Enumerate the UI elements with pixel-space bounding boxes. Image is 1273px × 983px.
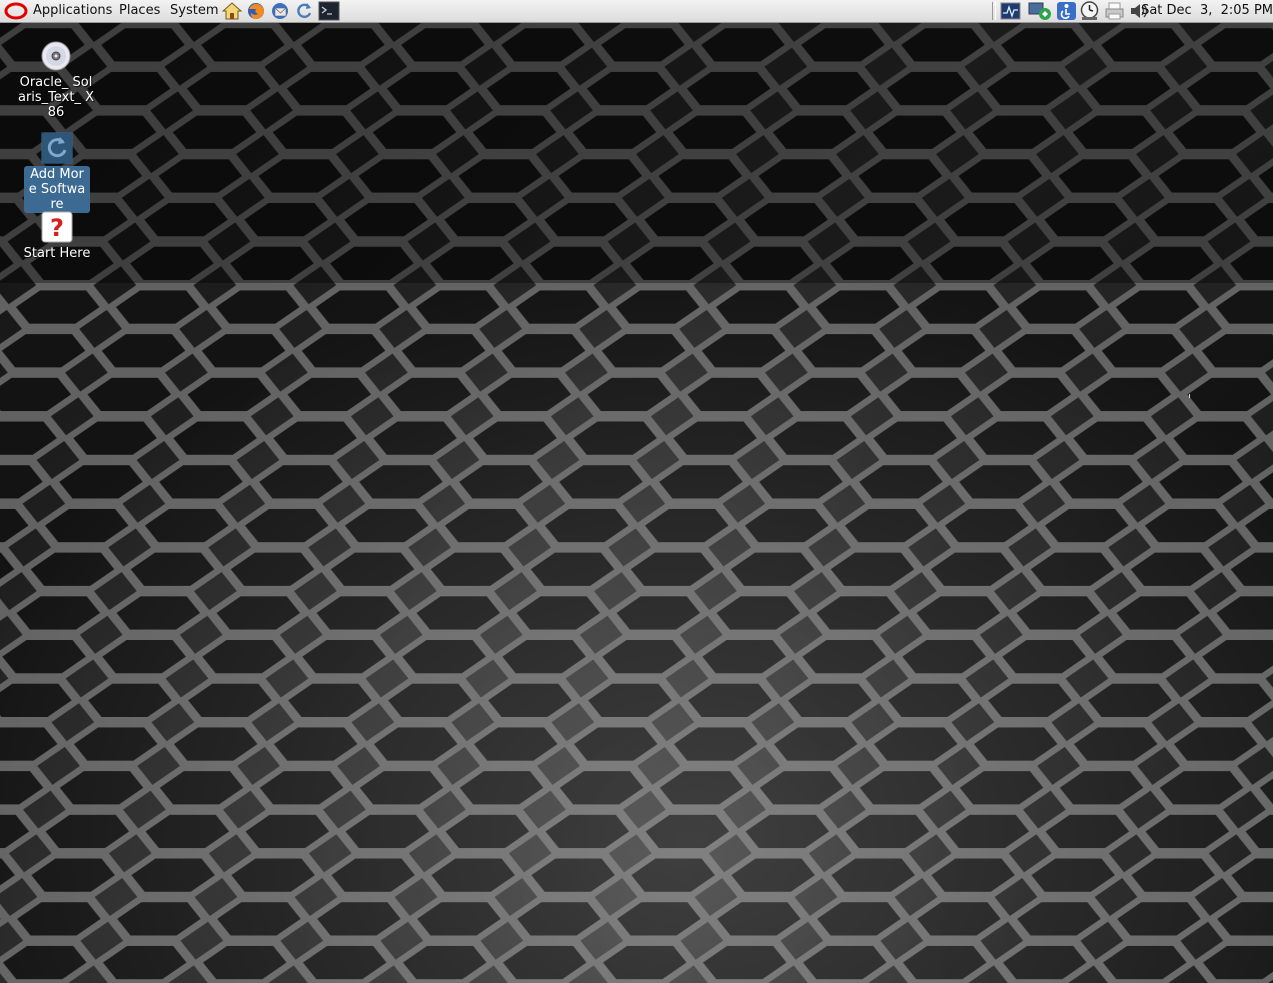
desktop-icon-add-more-software[interactable]: Add More Software (11, 132, 103, 213)
wallpaper (0, 23, 1273, 983)
system-monitor-icon[interactable] (1000, 1, 1021, 21)
applications-menu[interactable]: Applications (33, 3, 112, 19)
panel-separator (992, 2, 996, 20)
update-manager-icon[interactable] (294, 1, 315, 21)
thunderbird-icon[interactable] (270, 1, 291, 21)
system-menu[interactable]: System (170, 3, 218, 19)
desktop-icon-oracle-solaris-text-x86[interactable]: Oracle_ Solaris_Text_ X86 (10, 40, 102, 121)
desktop-icon-start-here[interactable]: ? Start Here (11, 211, 103, 262)
desktop-icon-label: Start Here (23, 246, 91, 261)
accessibility-icon[interactable] (1056, 1, 1077, 21)
time-slider-icon[interactable] (1079, 1, 1100, 21)
top-panel: Applications Places System Sat Dec 3, 2:… (0, 0, 1273, 23)
network-icon[interactable] (1027, 1, 1052, 21)
terminal-icon[interactable] (318, 1, 340, 21)
svg-text:?: ? (50, 214, 64, 242)
printer-icon[interactable] (1104, 1, 1125, 21)
desktop-icon-label: Oracle_ Solaris_Text_ X86 (17, 75, 95, 120)
cd-disc-icon (40, 40, 72, 72)
oracle-logo-icon[interactable] (4, 2, 28, 20)
package-manager-icon (41, 132, 73, 164)
desktop-icon-label: Add More Software (24, 166, 90, 213)
help-icon: ? (41, 211, 73, 243)
home-icon[interactable] (222, 1, 243, 21)
desktop-screen: Applications Places System Sat Dec 3, 2:… (0, 0, 1273, 983)
mouse-cursor (1189, 394, 1190, 398)
firefox-icon[interactable] (246, 1, 267, 21)
honeycomb-pattern (0, 23, 1273, 983)
places-menu[interactable]: Places (119, 3, 160, 19)
panel-clock[interactable]: Sat Dec 3, 2:05 PM (1141, 3, 1273, 19)
